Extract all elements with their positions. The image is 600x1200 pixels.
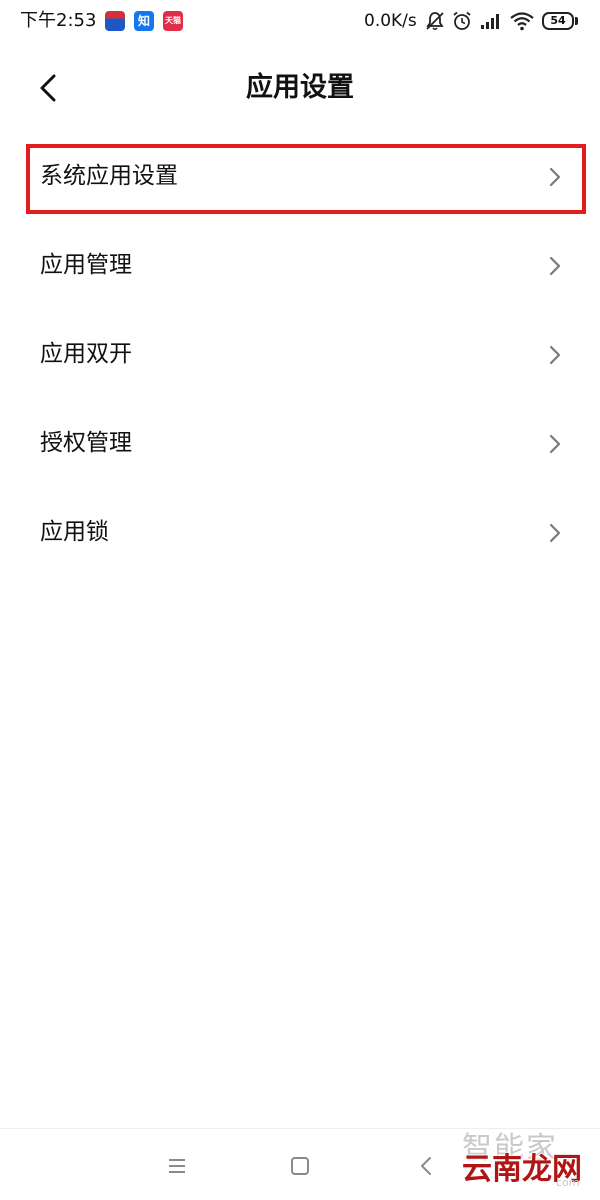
wifi-icon: [510, 12, 534, 31]
menu-icon[interactable]: [162, 1151, 192, 1181]
home-icon[interactable]: [285, 1151, 315, 1181]
battery-indicator: 54: [542, 12, 574, 30]
mute-icon: [426, 12, 444, 31]
status-time: 下午2:53: [20, 10, 97, 31]
news-app-icon: [105, 11, 125, 31]
system-app-settings-item[interactable]: 系统应用设置: [0, 132, 600, 221]
settings-list: 系统应用设置 应用管理 应用双开 授权管理 应用锁: [0, 132, 600, 577]
item-label: 应用双开: [40, 341, 132, 367]
tmall-app-icon: 天猫: [163, 11, 183, 31]
item-label: 应用锁: [40, 519, 109, 545]
chevron-right-icon: [549, 256, 561, 276]
item-label: 授权管理: [40, 430, 132, 456]
back-icon[interactable]: [411, 1151, 441, 1181]
status-bar: 下午2:53 知 天猫 0.0K/s 54: [0, 0, 600, 44]
chevron-right-icon: [549, 434, 561, 454]
dual-apps-item[interactable]: 应用双开: [0, 310, 600, 399]
chevron-right-icon: [549, 167, 561, 187]
chevron-right-icon: [549, 345, 561, 365]
chevron-right-icon: [549, 523, 561, 543]
signal-icon: [481, 14, 499, 29]
item-label: 应用管理: [40, 252, 132, 278]
page-title: 应用设置: [246, 72, 354, 103]
watermark-suffix: com: [556, 1176, 580, 1189]
permission-management-item[interactable]: 授权管理: [0, 399, 600, 488]
zhihu-app-icon: 知: [134, 11, 154, 31]
item-label: 系统应用设置: [40, 163, 178, 189]
network-speed: 0.0K/s: [364, 11, 417, 31]
alarm-icon: [453, 11, 471, 30]
app-management-item[interactable]: 应用管理: [0, 221, 600, 310]
app-lock-item[interactable]: 应用锁: [0, 488, 600, 577]
battery-tip: [575, 17, 578, 25]
